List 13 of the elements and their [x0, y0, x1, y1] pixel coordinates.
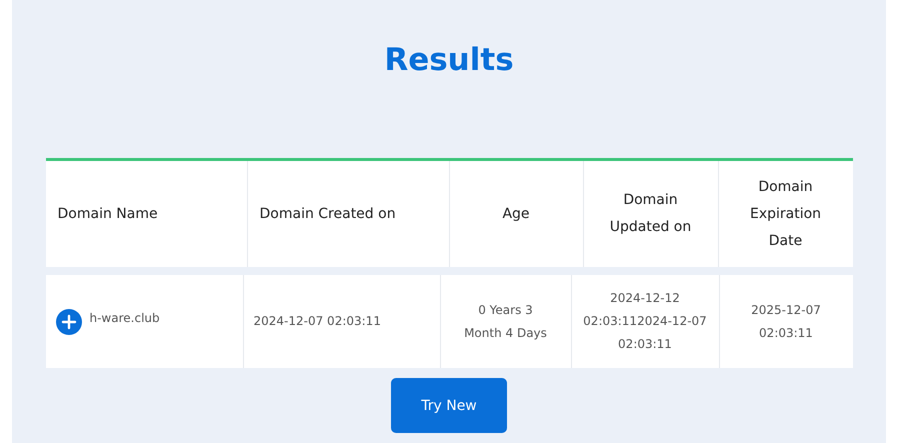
domain-name: h-ware.club — [90, 310, 160, 327]
table-cell: 2024-12-12 02:03:112024-12-07 02:03:11 — [572, 275, 720, 368]
results-title: Results — [384, 42, 514, 80]
column-header: Domain Created on — [248, 161, 450, 267]
try-new-button[interactable]: Try New — [391, 378, 507, 433]
column-header: Domain Expiration Date — [748, 178, 822, 250]
column-header: Age — [450, 161, 584, 267]
column-header: Domain Updated on — [584, 161, 718, 267]
table-cell: 0 Years 3 Month 4 Days — [440, 275, 572, 368]
table-cell: 2024-12-07 02:03:11 — [244, 275, 440, 368]
expand-icon[interactable] — [56, 308, 82, 334]
table-cell-text: 2025-12-07 02:03:11 — [750, 302, 822, 342]
column-header: Domain Name — [46, 161, 248, 267]
